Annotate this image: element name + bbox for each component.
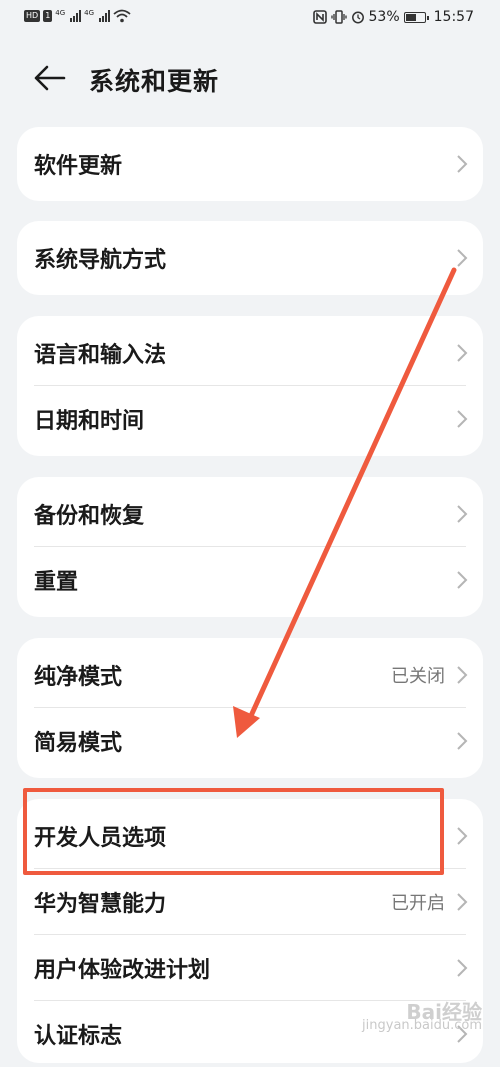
settings-item-label: 系统导航方式 [34, 248, 167, 273]
battery-percentage: 53% [368, 9, 400, 25]
clock: 15:57 [433, 9, 474, 25]
settings-item-label: 软件更新 [34, 154, 123, 179]
settings-item-value: 已开启 [391, 893, 445, 914]
signal-icon-2 [99, 10, 111, 22]
status-bar: HD 1 4G 4G 53% 15:57 [0, 0, 500, 38]
settings-item-user-experience-program[interactable]: 用户体验改进计划 [17, 935, 483, 1001]
settings-group-language-date: 语言和输入法 日期和时间 [17, 316, 483, 456]
wifi-icon [113, 9, 131, 23]
settings-item-certification-logos[interactable]: 认证标志 [17, 1001, 483, 1067]
settings-group-modes: 纯净模式 已关闭 简易模式 [17, 638, 483, 778]
settings-item-pure-mode[interactable]: 纯净模式 已关闭 [17, 642, 483, 708]
chevron-right-icon [457, 344, 468, 362]
battery-icon [403, 11, 429, 23]
settings-item-label: 华为智慧能力 [34, 892, 167, 917]
chevron-right-icon [457, 1025, 468, 1043]
network-type-2: 4G [84, 8, 95, 17]
chevron-right-icon [457, 571, 468, 589]
settings-item-label: 重置 [34, 570, 79, 595]
chevron-right-icon [457, 249, 468, 267]
page-header: 系统和更新 [0, 48, 500, 108]
settings-item-navigation-mode[interactable]: 系统导航方式 [17, 225, 483, 291]
back-button[interactable] [30, 58, 70, 98]
settings-item-label: 认证标志 [34, 1024, 123, 1049]
chevron-right-icon [457, 505, 468, 523]
back-arrow-icon [34, 65, 66, 91]
settings-item-label: 开发人员选项 [34, 826, 167, 851]
chevron-right-icon [457, 410, 468, 428]
settings-item-software-update[interactable]: 软件更新 [17, 131, 483, 197]
chevron-right-icon [457, 893, 468, 911]
settings-item-label: 语言和输入法 [34, 343, 167, 368]
settings-item-label: 纯净模式 [34, 665, 123, 690]
settings-item-backup-restore[interactable]: 备份和恢复 [17, 481, 483, 547]
settings-item-simple-mode[interactable]: 简易模式 [17, 708, 483, 774]
signal-icon [70, 10, 82, 22]
page-title: 系统和更新 [89, 67, 220, 96]
chevron-right-icon [457, 827, 468, 845]
settings-group-navigation: 系统导航方式 [17, 221, 483, 295]
chevron-right-icon [457, 959, 468, 977]
alarm-icon [351, 11, 364, 24]
settings-item-date-time[interactable]: 日期和时间 [17, 386, 483, 452]
settings-group-software-update: 软件更新 [17, 127, 483, 201]
network-type-1: 4G [55, 8, 66, 17]
settings-item-label: 备份和恢复 [34, 504, 145, 529]
vibrate-icon [330, 10, 347, 24]
settings-item-value: 已关闭 [391, 666, 445, 687]
settings-item-reset[interactable]: 重置 [17, 547, 483, 613]
settings-item-label: 简易模式 [34, 731, 123, 756]
settings-item-label: 日期和时间 [34, 409, 145, 434]
settings-item-label: 用户体验改进计划 [34, 958, 211, 983]
sim-1-icon: 1 [43, 10, 53, 22]
settings-group-backup-reset: 备份和恢复 重置 [17, 477, 483, 617]
hd-voice-icon: HD [24, 10, 41, 22]
settings-item-huawei-intelligence[interactable]: 华为智慧能力 已开启 [17, 869, 483, 935]
nfc-icon [312, 10, 327, 24]
settings-item-language-input[interactable]: 语言和输入法 [17, 320, 483, 386]
chevron-right-icon [457, 666, 468, 684]
chevron-right-icon [457, 732, 468, 750]
settings-item-developer-options[interactable]: 开发人员选项 [17, 803, 483, 869]
settings-group-developer: 开发人员选项 华为智慧能力 已开启 用户体验改进计划 认证标志 [17, 799, 483, 1063]
chevron-right-icon [457, 155, 468, 173]
